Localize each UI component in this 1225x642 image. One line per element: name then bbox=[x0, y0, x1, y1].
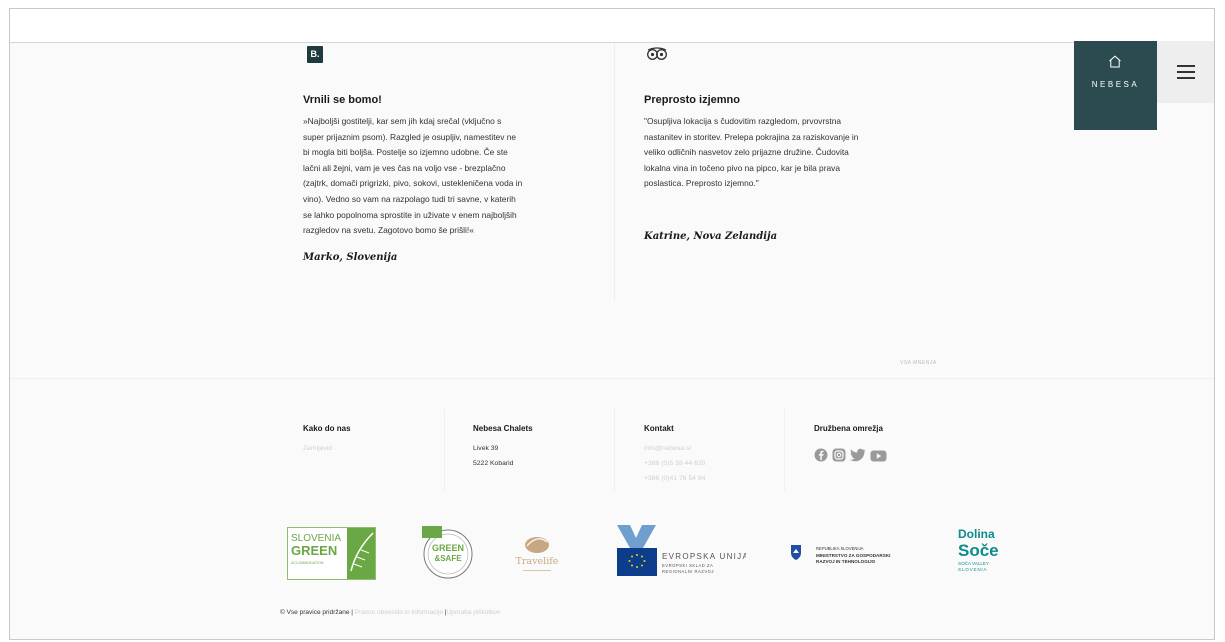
cookies-link[interactable]: Uporaba piškotkov bbox=[446, 609, 500, 616]
footer-col-title: Kontakt bbox=[644, 424, 674, 433]
review-title: Vrnili se bomo! bbox=[303, 94, 382, 106]
address-line: Livek 39 bbox=[473, 445, 499, 452]
phone-link[interactable]: +386 (0)41 76 54 84 bbox=[644, 475, 705, 482]
review-author: Katrine, Nova Zelandija bbox=[644, 231, 778, 242]
footer-divider bbox=[614, 409, 615, 491]
green-safe-badge: GREEN &SAFE bbox=[422, 526, 473, 579]
svg-text:MINISTRSTVO ZA GOSPODARSKI: MINISTRSTVO ZA GOSPODARSKI bbox=[816, 553, 890, 558]
svg-text:GREEN: GREEN bbox=[291, 543, 337, 558]
review-text: "Osupljiva lokacija s čudovitim razgledo… bbox=[644, 116, 859, 189]
footer-col-title: Družbena omrežja bbox=[814, 424, 883, 433]
svg-text:Soče: Soče bbox=[958, 541, 999, 560]
ministry-logo: REPUBLIKA SLOVENIJA MINISTRSTVO ZA GOSPO… bbox=[791, 545, 890, 564]
slovenia-green-logo: SLOVENIA GREEN ACCOMMODATION bbox=[287, 527, 376, 580]
email-link[interactable]: info@nebesa.si bbox=[644, 445, 691, 452]
top-bar bbox=[10, 9, 1214, 43]
svg-text:Travelife: Travelife bbox=[516, 556, 559, 567]
footer-divider bbox=[784, 409, 785, 491]
review-title: Preprosto izjemno bbox=[644, 94, 740, 106]
instagram-icon[interactable] bbox=[832, 448, 846, 462]
svg-text:&SAFE: &SAFE bbox=[434, 554, 462, 563]
svg-text:SOČA VALLEY: SOČA VALLEY bbox=[958, 560, 989, 566]
review-author: Marko, Slovenija bbox=[303, 252, 398, 263]
booking-icon: B. bbox=[307, 46, 323, 63]
copyright-text: © Vse pravice pridržane | bbox=[280, 609, 353, 616]
svg-text:EVROPSKA UNIJA: EVROPSKA UNIJA bbox=[662, 552, 746, 561]
svg-text:RAZVOJ IN TEHNOLOGIJO: RAZVOJ IN TEHNOLOGIJO bbox=[816, 559, 876, 564]
tripadvisor-owl-icon bbox=[647, 47, 667, 60]
all-reviews-link[interactable]: VSA MNENJA bbox=[900, 360, 937, 366]
travelife-logo: Travelife bbox=[516, 537, 559, 571]
footer-col-title: Nebesa Chalets bbox=[473, 424, 533, 433]
svg-text:REGIONALNI RAZVOJ: REGIONALNI RAZVOJ bbox=[662, 569, 714, 574]
svg-text:SLOVENIA: SLOVENIA bbox=[958, 567, 988, 572]
dolina-soce-logo: Dolina Soče SOČA VALLEY SLOVENIA bbox=[958, 527, 999, 572]
reviews-section: B. Vrnili se bomo! »Najboljši gostitelji… bbox=[10, 43, 1214, 378]
footer-col-title: Kako do nas bbox=[303, 424, 351, 433]
svg-text:GREEN: GREEN bbox=[432, 543, 464, 553]
logo-brand-text: NEBESA bbox=[1091, 80, 1140, 89]
nebesa-logo[interactable]: NEBESA bbox=[1074, 41, 1157, 130]
svg-text:ACCOMMODATION: ACCOMMODATION bbox=[291, 561, 324, 565]
hamburger-menu-icon[interactable] bbox=[1157, 41, 1214, 103]
review-text: »Najboljši gostitelji, kar sem jih kdaj … bbox=[303, 116, 523, 236]
house-icon bbox=[1109, 55, 1121, 68]
browser-viewport: B. Vrnili se bomo! »Najboljši gostitelji… bbox=[9, 8, 1215, 640]
youtube-icon[interactable] bbox=[870, 449, 887, 463]
facebook-icon[interactable] bbox=[814, 448, 828, 462]
map-link[interactable]: Zemljevid bbox=[303, 445, 332, 452]
partner-logos: SLOVENIA GREEN ACCOMMODATION GREEN &SAFE… bbox=[10, 516, 1214, 596]
twitter-icon[interactable] bbox=[850, 448, 866, 462]
eu-fund-logo: EVROPSKA UNIJA EVROPSKI SKLAD ZA REGIONA… bbox=[617, 525, 746, 576]
review-divider bbox=[614, 43, 615, 301]
footer-divider bbox=[444, 409, 445, 491]
svg-text:Dolina: Dolina bbox=[958, 527, 995, 541]
svg-text:EVROPSKI SKLAD ZA: EVROPSKI SKLAD ZA bbox=[662, 563, 713, 568]
footer: Kako do nas Zemljevid Nebesa Chalets Liv… bbox=[10, 378, 1214, 639]
copyright-bar: © Vse pravice pridržane | Pravno obvesti… bbox=[280, 609, 500, 616]
legal-notice-link[interactable]: Pravno obvestilo in informacije bbox=[355, 609, 443, 616]
address-line: 5222 Kobarid bbox=[473, 460, 514, 467]
phone-link[interactable]: +386 (0)5 38 44 620 bbox=[644, 460, 705, 467]
svg-text:REPUBLIKA SLOVENIJA: REPUBLIKA SLOVENIJA bbox=[816, 546, 864, 551]
